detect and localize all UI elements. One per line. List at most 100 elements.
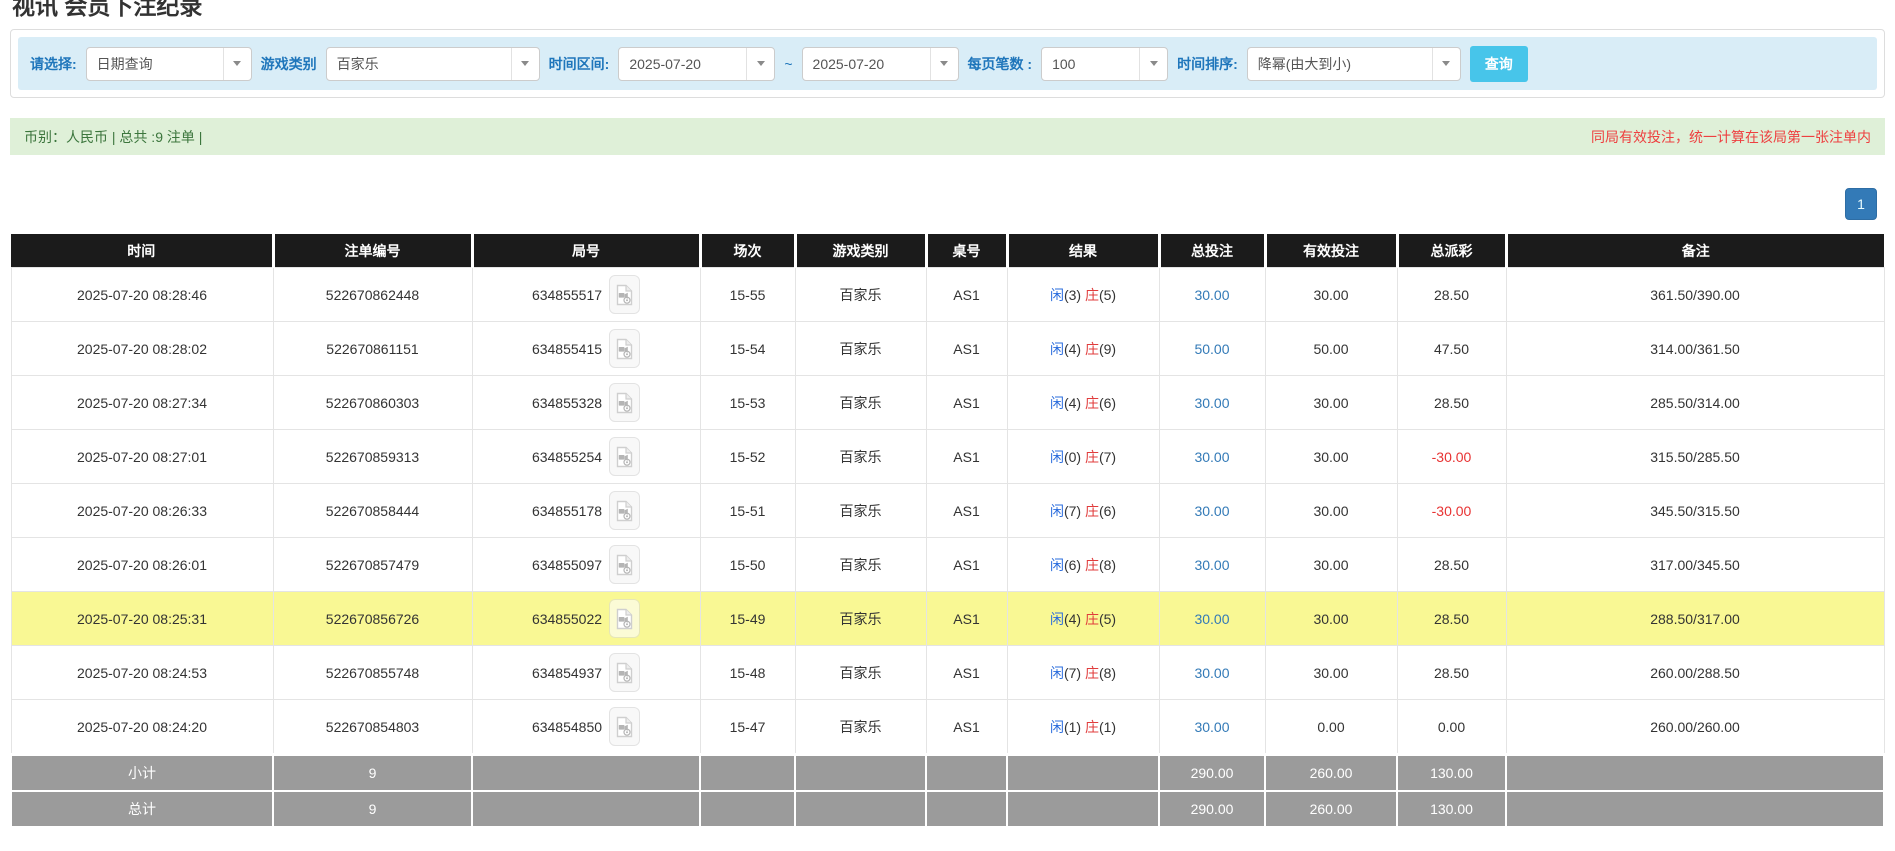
video-replay-button[interactable] [609, 545, 640, 584]
cell-valid-bet: 30.00 [1265, 592, 1397, 646]
result-player-label: 闲 [1050, 449, 1064, 465]
cell-game-type: 百家乐 [795, 430, 926, 484]
cell-bet-id: 522670854803 [273, 700, 472, 755]
result-banker-label: 庄 [1085, 503, 1099, 519]
cell-result: 闲(7) 庄(8) [1007, 646, 1159, 700]
total-bet-link[interactable]: 30.00 [1194, 503, 1229, 519]
result-banker-label: 庄 [1085, 557, 1099, 573]
cell-total-bet: 30.00 [1159, 430, 1265, 484]
video-replay-button[interactable] [609, 329, 640, 368]
video-file-icon [616, 392, 633, 414]
cell-session: 15-55 [700, 268, 795, 322]
cell-round: 634855517 [472, 268, 700, 322]
select-type-dropdown[interactable]: 日期查询 [86, 47, 252, 81]
cell-round: 634855022 [472, 592, 700, 646]
round-number: 634855022 [532, 611, 602, 627]
cell-payout: 28.50 [1397, 646, 1506, 700]
cell-payout: 28.50 [1397, 376, 1506, 430]
cell-valid-bet: 0.00 [1265, 700, 1397, 755]
round-wrap: 634854937 [532, 653, 640, 692]
total-bet-link[interactable]: 30.00 [1194, 395, 1229, 411]
cell-payout: -30.00 [1397, 430, 1506, 484]
date-range-separator: ~ [784, 56, 792, 72]
table-row: 2025-07-20 08:28:02522670861151634855415… [11, 322, 1884, 376]
total-bet-link[interactable]: 30.00 [1194, 719, 1229, 735]
cell-payout: 0.00 [1397, 700, 1506, 755]
cell-valid-bet: 30.00 [1265, 430, 1397, 484]
cell-table-no: AS1 [926, 538, 1007, 592]
foot-empty-cell [700, 755, 795, 792]
result-player-label: 闲 [1050, 287, 1064, 303]
video-replay-button[interactable] [609, 491, 640, 530]
date-to-dropdown[interactable]: 2025-07-20 [802, 47, 959, 81]
foot-empty-cell [1007, 755, 1159, 792]
result-player-label: 闲 [1050, 557, 1064, 573]
video-replay-button[interactable] [609, 437, 640, 476]
game-type-dropdown[interactable]: 百家乐 [326, 47, 540, 81]
cell-time: 2025-07-20 08:27:01 [11, 430, 273, 484]
cell-round: 634855415 [472, 322, 700, 376]
cell-session: 15-47 [700, 700, 795, 755]
column-header: 局号 [472, 234, 700, 268]
round-wrap: 634855415 [532, 329, 640, 368]
result-player-value: (7) [1064, 503, 1085, 519]
result-player-label: 闲 [1050, 719, 1064, 735]
select-type-value: 日期查询 [87, 48, 223, 80]
page-1-button[interactable]: 1 [1845, 188, 1877, 220]
cell-bet-id: 522670860303 [273, 376, 472, 430]
same-round-notice: 同局有效投注，统一计算在该局第一张注单内 [1591, 127, 1871, 147]
cell-valid-bet: 30.00 [1265, 376, 1397, 430]
cell-table-no: AS1 [926, 376, 1007, 430]
video-replay-button[interactable] [609, 383, 640, 422]
cell-valid-bet: 30.00 [1265, 646, 1397, 700]
round-number: 634855178 [532, 503, 602, 519]
cell-payout: 47.50 [1397, 322, 1506, 376]
cell-valid-bet: 30.00 [1265, 538, 1397, 592]
sort-order-dropdown[interactable]: 降幂(由大到小) [1247, 47, 1461, 81]
cell-result: 闲(7) 庄(6) [1007, 484, 1159, 538]
table-row: 2025-07-20 08:25:31522670856726634855022… [11, 592, 1884, 646]
search-button[interactable]: 查询 [1470, 46, 1528, 82]
foot-count: 9 [273, 791, 472, 827]
table-row: 2025-07-20 08:26:01522670857479634855097… [11, 538, 1884, 592]
cell-payout: 28.50 [1397, 268, 1506, 322]
round-wrap: 634855328 [532, 383, 640, 422]
time-range-label: 时间区间: [549, 54, 610, 74]
video-file-icon [616, 338, 633, 360]
video-file-icon [616, 446, 633, 468]
foot-empty-cell [1007, 791, 1159, 827]
date-from-dropdown[interactable]: 2025-07-20 [618, 47, 775, 81]
cell-round: 634855328 [472, 376, 700, 430]
round-wrap: 634854850 [532, 707, 640, 746]
video-replay-button[interactable] [609, 653, 640, 692]
cell-round: 634855178 [472, 484, 700, 538]
cell-round: 634854850 [472, 700, 700, 755]
video-replay-button[interactable] [609, 599, 640, 638]
result-player-value: (4) [1064, 611, 1085, 627]
result-banker-value: (1) [1099, 719, 1116, 735]
total-bet-link[interactable]: 30.00 [1194, 665, 1229, 681]
cell-total-bet: 30.00 [1159, 484, 1265, 538]
cell-total-bet: 50.00 [1159, 322, 1265, 376]
result-banker-label: 庄 [1085, 395, 1099, 411]
foot-label: 小计 [11, 755, 273, 792]
cell-result: 闲(4) 庄(5) [1007, 592, 1159, 646]
total-bet-link[interactable]: 30.00 [1194, 449, 1229, 465]
video-replay-button[interactable] [609, 275, 640, 314]
total-bet-link[interactable]: 50.00 [1194, 341, 1229, 357]
cell-remark: 345.50/315.50 [1506, 484, 1884, 538]
cell-remark: 361.50/390.00 [1506, 268, 1884, 322]
total-bet-link[interactable]: 30.00 [1194, 287, 1229, 303]
cell-total-bet: 30.00 [1159, 376, 1265, 430]
filter-panel: 请选择: 日期查询 游戏类别 百家乐 时间区间: 2025-07-20 ~ 20… [10, 29, 1885, 98]
round-number: 634855254 [532, 449, 602, 465]
page-size-dropdown[interactable]: 100 [1041, 47, 1168, 81]
total-bet-link[interactable]: 30.00 [1194, 557, 1229, 573]
result-player-value: (0) [1064, 449, 1085, 465]
video-replay-button[interactable] [609, 707, 640, 746]
video-file-icon [616, 500, 633, 522]
result-banker-label: 庄 [1085, 449, 1099, 465]
total-bet-link[interactable]: 30.00 [1194, 611, 1229, 627]
result-banker-value: (5) [1099, 287, 1116, 303]
chevron-down-icon [746, 48, 774, 80]
